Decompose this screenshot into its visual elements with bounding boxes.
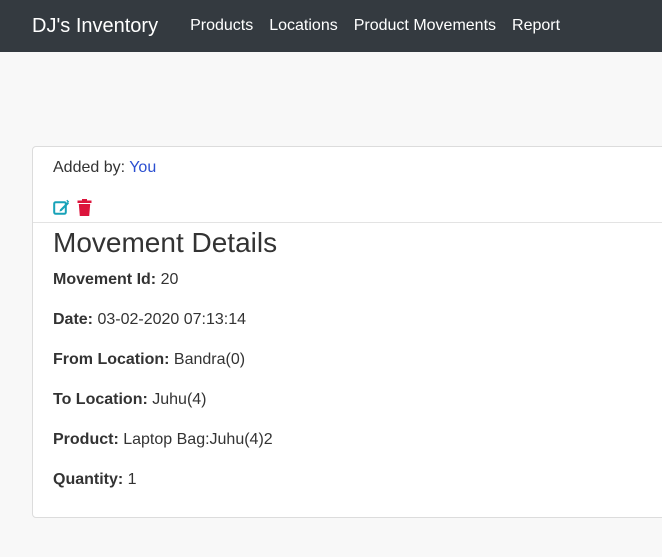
added-by-label: Added by: [53, 159, 130, 176]
detail-value: Laptop Bag:Juhu(4)2 [123, 431, 273, 448]
movement-card: Added by: You Movement Details Movement … [32, 146, 662, 518]
nav-link-product-movements[interactable]: Product Movements [354, 17, 496, 35]
detail-movement-id: Movement Id: 20 [53, 271, 178, 289]
card-divider [33, 222, 662, 223]
detail-label: Product: [53, 431, 119, 448]
detail-from-location: From Location: Bandra(0) [53, 351, 245, 369]
detail-label: From Location: [53, 351, 170, 368]
author-link[interactable]: You [129, 159, 156, 176]
detail-value: Juhu(4) [152, 391, 207, 408]
detail-product: Product: Laptop Bag:Juhu(4)2 [53, 431, 273, 449]
detail-value: 1 [127, 471, 137, 488]
detail-to-location: To Location: Juhu(4) [53, 391, 207, 409]
detail-label: Date: [53, 311, 94, 328]
detail-value: 03-02-2020 07:13:14 [97, 311, 247, 328]
detail-date: Date: 03-02-2020 07:13:14 [53, 311, 246, 329]
detail-label: To Location: [53, 391, 148, 408]
detail-quantity: Quantity: 1 [53, 471, 137, 489]
detail-value: Bandra(0) [173, 351, 246, 368]
nav-link-report[interactable]: Report [512, 17, 560, 35]
details-heading: Movement Details [53, 227, 278, 258]
top-navbar: DJ's Inventory Products Locations Produc… [0, 0, 662, 52]
detail-label: Movement Id: [53, 271, 157, 288]
edit-icon[interactable] [53, 199, 70, 216]
detail-label: Quantity: [53, 471, 124, 488]
added-by-line: Added by: You [53, 159, 156, 177]
trash-icon[interactable] [76, 199, 93, 216]
brand-link[interactable]: DJ's Inventory [32, 15, 158, 38]
nav-link-products[interactable]: Products [190, 17, 253, 35]
detail-value: 20 [160, 271, 179, 288]
card-actions [53, 199, 93, 216]
nav-link-locations[interactable]: Locations [269, 17, 338, 35]
